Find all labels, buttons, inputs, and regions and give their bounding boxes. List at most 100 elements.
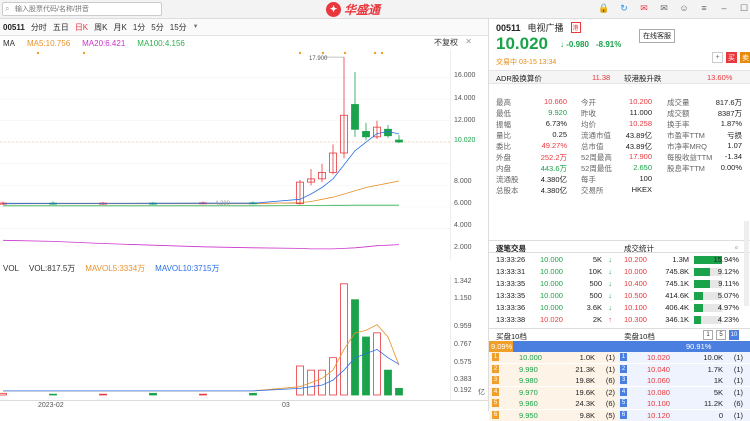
tab-weekly-k[interactable]: 周K	[94, 22, 107, 33]
quote-panel: 00511 电视广播 港 10.020 ↓ -0.980 -8.91% 在线客服…	[489, 19, 750, 421]
search-input[interactable]	[15, 4, 159, 14]
ask-level: 6	[620, 410, 627, 419]
quote-key: 总股本	[496, 186, 519, 195]
maximize-icon[interactable]: ☐	[738, 3, 750, 14]
sell-button[interactable]: 卖	[740, 52, 750, 63]
refresh-icon[interactable]: ↻	[618, 3, 630, 14]
quote-row: 流通股 4.380亿 每手 100	[489, 173, 750, 184]
tab-daily-k[interactable]: 日K	[75, 22, 88, 33]
tick-volume: 3.6K	[586, 303, 602, 312]
volume-bar	[373, 332, 381, 396]
bid-count: (6)	[605, 399, 615, 408]
adjust-dropdown[interactable]: 不复权	[434, 37, 458, 48]
tick-direction-icon: ↓	[608, 267, 612, 276]
menu-icon[interactable]: ≡	[698, 3, 710, 14]
bid-ratio-text: 9.09%	[491, 342, 513, 351]
bid-level: 1	[492, 353, 499, 361]
depth-5-button[interactable]: 5	[716, 330, 726, 340]
volume-bar	[318, 369, 326, 396]
ask-price: 10.080	[647, 387, 670, 397]
expand-icon[interactable]: ▫	[735, 243, 738, 252]
stat-volume: 745.1K	[665, 279, 689, 288]
ask-bg	[618, 398, 750, 409]
quote-value: 11.000	[629, 108, 652, 117]
quote-value: HKEX	[631, 185, 652, 194]
quote-value: 0.25	[552, 130, 567, 139]
search-icon: ⌕	[5, 4, 10, 13]
bid-price: 9.950	[519, 410, 538, 420]
search-box[interactable]: ⌕	[2, 2, 162, 16]
stat-volume: 414.6K	[665, 291, 689, 300]
bid-volume: 21.3K	[575, 364, 595, 374]
tick-time: 13:33:35	[496, 279, 526, 288]
quote-row: 内盘 443.6万 52周最低 2.650 股息率TTM 0.00%	[489, 162, 750, 173]
online-service-tooltip[interactable]: 在线客服	[639, 29, 675, 43]
ask-level: 3	[620, 376, 627, 384]
ask-count: (1)	[733, 353, 743, 362]
stat-row: 10.300 346.1K 4.23%	[621, 314, 750, 326]
ma20-value: MA20:6.421	[82, 38, 126, 48]
candlestick-chart[interactable]: 17.900 4.380	[0, 50, 488, 260]
stat-pct: 4.23%	[717, 315, 739, 324]
mavol10-value: MAVOL10:3715万	[155, 264, 220, 273]
vol-tick: 0.959	[454, 323, 472, 330]
volume-bar	[329, 357, 337, 396]
vol-tick: 1.342	[454, 278, 472, 285]
scrollbar[interactable]	[744, 221, 749, 306]
stat-pct: 9.11%	[718, 279, 739, 288]
quote-key: 交易所	[581, 186, 604, 195]
quote-value: 2.650	[633, 163, 652, 172]
stat-price: 10.500	[624, 291, 647, 300]
ask-price: 10.020	[647, 353, 670, 362]
tab-15min[interactable]: 15分	[170, 22, 187, 33]
stat-row: 10.500 414.6K 5.07%	[621, 290, 750, 302]
tick-row: 13:33:38 10.020 2K ↑	[489, 314, 619, 326]
trades-header: 逐笔交易 成交统计 ▫	[489, 240, 750, 253]
vol-label: VOL	[3, 264, 20, 273]
volume-axis: 1.342 1.150 0.959 0.767 0.575 0.383 0.19…	[450, 275, 488, 400]
tab-1min[interactable]: 1分	[133, 22, 145, 33]
bid-bg	[489, 352, 618, 363]
quote-row: 量比 0.25 流通市值 43.89亿 市盈率TTM 亏损	[489, 129, 750, 140]
quote-value: 6.73%	[545, 119, 567, 128]
tab-fenshi[interactable]: 分时	[31, 22, 47, 33]
adr-diff-value: 13.60%	[707, 73, 733, 82]
message-icon[interactable]: ✉	[638, 3, 650, 14]
quote-row: 总股本 4.380亿 交易所 HKEX	[489, 184, 750, 195]
minimize-icon[interactable]: –	[718, 3, 730, 14]
tab-monthly-k[interactable]: 月K	[114, 22, 127, 33]
tab-5min[interactable]: 5分	[151, 22, 163, 33]
event-dot	[380, 51, 384, 55]
price-tick: 4.000	[454, 222, 472, 229]
tab-stats[interactable]: 成交统计	[624, 243, 654, 254]
ma5-value: MA5:10.756	[27, 38, 71, 48]
ma-label: MA	[3, 38, 15, 48]
bid-bg	[489, 375, 618, 386]
bid-volume: 19.8K	[575, 376, 595, 385]
depth-1-button[interactable]: 1	[703, 330, 713, 340]
date-axis: 2023-02 03	[0, 400, 488, 411]
stat-pct: 15.94%	[713, 255, 739, 264]
bid-count: (5)	[605, 410, 615, 420]
ask-count: (6)	[733, 399, 743, 408]
volume-bar	[249, 392, 257, 396]
price-tick: 16.000	[454, 72, 476, 79]
volume-legend: VOL VOL:817.5万 MAVOL5:3334万 MAVOL10:3715…	[0, 262, 488, 275]
lock-icon[interactable]: 🔒	[598, 3, 610, 14]
watchlist-button[interactable]: +	[712, 52, 723, 63]
stat-volume: 1.3M	[672, 255, 689, 264]
depth-10-button[interactable]: 10	[729, 330, 739, 340]
volume-bar	[49, 393, 57, 396]
chevron-down-icon[interactable]: ▼	[193, 24, 199, 30]
volume-chart[interactable]	[0, 275, 488, 400]
vol-tick: 1.150	[454, 295, 472, 302]
tab-ticks[interactable]: 逐笔交易	[496, 243, 526, 254]
ma100-line	[3, 204, 399, 207]
tick-row: 13:33:36 10.000 3.6K ↓	[489, 302, 619, 314]
buy-button[interactable]: 买	[726, 52, 737, 63]
tick-volume: 5K	[592, 255, 602, 264]
mail-icon[interactable]: ✉	[658, 3, 670, 14]
close-icon[interactable]: ✕	[465, 37, 472, 46]
user-icon[interactable]: ☺	[678, 3, 690, 14]
tab-5day[interactable]: 五日	[53, 22, 69, 33]
